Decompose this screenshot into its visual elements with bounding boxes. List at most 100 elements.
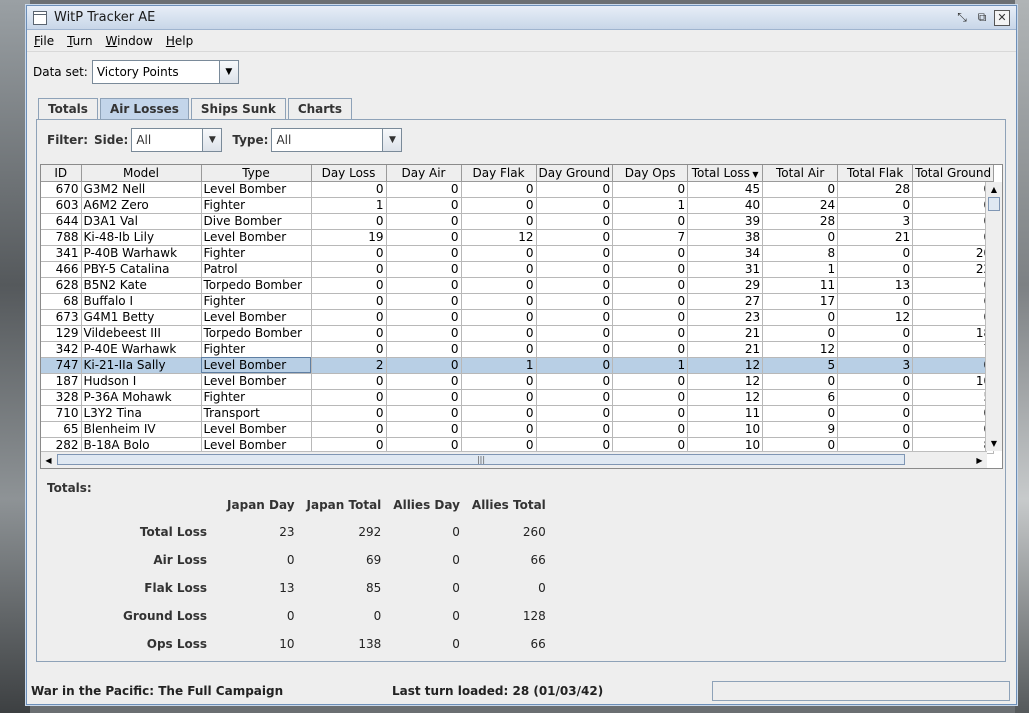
table-row[interactable]: 747Ki-21-IIa SallyLevel Bomber2010112530 (41, 357, 995, 374)
tab-totals[interactable]: Totals (38, 98, 98, 119)
horizontal-scrollbar[interactable]: ◀ ||| ▶ (41, 451, 987, 468)
table-cell[interactable]: Level Bomber (201, 309, 312, 326)
table-cell[interactable]: Torpedo Bomber (201, 277, 312, 294)
table-cell[interactable]: 0 (912, 405, 995, 422)
table-cell[interactable]: 0 (912, 181, 995, 198)
table-cell[interactable]: 0 (386, 373, 462, 390)
table-cell[interactable]: 0 (536, 245, 614, 262)
table-cell[interactable]: Transport (201, 405, 312, 422)
table-row[interactable]: 342P-40E WarhawkFighter00000211207 (41, 341, 995, 358)
table-cell[interactable]: 0 (536, 421, 614, 438)
table-row[interactable]: 710L3Y2 TinaTransport0000011000 (41, 405, 995, 422)
table-cell[interactable]: 0 (311, 421, 387, 438)
table-cell[interactable]: Level Bomber (201, 181, 312, 198)
table-cell[interactable]: 10 (912, 373, 995, 390)
table-cell[interactable]: 2 (311, 357, 387, 374)
table-cell[interactable]: Torpedo Bomber (201, 325, 312, 342)
table-cell[interactable]: 6 (762, 389, 839, 406)
table-cell[interactable]: Level Bomber (201, 421, 312, 438)
vertical-scrollbar[interactable]: ▲ ▼ (985, 182, 1002, 451)
table-cell[interactable]: 12 (461, 229, 537, 246)
table-cell[interactable]: 24 (762, 197, 839, 214)
table-cell[interactable]: 0 (461, 325, 537, 342)
table-cell[interactable]: 0 (612, 245, 689, 262)
table-cell[interactable]: P-36A Mohawk (81, 389, 202, 406)
column-header[interactable]: Day Air (386, 165, 462, 182)
table-cell[interactable]: 0 (461, 405, 537, 422)
table-cell[interactable]: 8 (762, 245, 839, 262)
table-cell[interactable]: 0 (386, 277, 462, 294)
table-cell[interactable]: 0 (311, 277, 387, 294)
table-cell[interactable]: 187 (41, 373, 82, 390)
table-row[interactable]: 788 Ki-48-Ib Lily Level Bomber 19 0 12 0 7 38 0 21… (41, 229, 995, 246)
table-cell[interactable]: 129 (41, 325, 82, 342)
table-cell[interactable]: 0 (612, 325, 689, 342)
table-cell[interactable]: 20 (912, 245, 995, 262)
table-cell[interactable]: 342 (41, 341, 82, 358)
table-cell[interactable]: 0 (612, 341, 689, 358)
table-cell[interactable]: 12 (762, 341, 839, 358)
scroll-left-icon[interactable]: ◀ (41, 452, 56, 468)
table-cell[interactable]: 0 (912, 357, 995, 374)
tab-air-losses[interactable]: Air Losses (99, 98, 189, 119)
table-row[interactable]: 68Buffalo IFighter00000271706 (41, 293, 995, 310)
table-cell[interactable]: 29 (687, 277, 764, 294)
table-cell[interactable]: Level Bomber (201, 357, 312, 374)
table-cell[interactable]: 0 (762, 325, 839, 342)
table-cell[interactable]: Ki-21-IIa Sally (81, 357, 202, 374)
table-cell[interactable]: 0 (837, 341, 914, 358)
table-cell[interactable]: 0 (837, 405, 914, 422)
table-cell[interactable]: 0 (386, 309, 462, 326)
table-row[interactable]: 129 Vildebeest III Torpedo Bomber 0 0 0 0 0 21 0 0… (41, 325, 995, 342)
table-cell[interactable]: 0 (837, 197, 914, 214)
table-cell[interactable]: Fighter (201, 389, 312, 406)
table-cell[interactable]: 0 (612, 421, 689, 438)
table-cell[interactable]: 0 (461, 341, 537, 358)
table-cell[interactable]: 0 (612, 213, 689, 230)
table-row[interactable]: 466 PBY-5 Catalina Patrol 0 0 0 0 0 31 1 0 22 (41, 261, 995, 278)
table-cell[interactable]: 0 (311, 325, 387, 342)
table-row[interactable]: 341 P-40B Warhawk Fighter 0 0 0 0 0 34 8 0 20 (41, 245, 995, 262)
table-cell[interactable]: Dive Bomber (201, 213, 312, 230)
table-cell[interactable]: 27 (687, 293, 764, 310)
table-cell[interactable]: 0 (912, 229, 995, 246)
table-cell[interactable]: 0 (762, 309, 839, 326)
table-cell[interactable]: 0 (536, 341, 614, 358)
table-cell[interactable]: 13 (837, 277, 914, 294)
table-cell[interactable]: 0 (612, 373, 689, 390)
table-row[interactable]: 603A6M2 ZeroFighter10001402400 (41, 197, 995, 214)
table-cell[interactable]: 0 (536, 213, 614, 230)
table-cell[interactable]: 0 (386, 293, 462, 310)
table-cell[interactable]: B5N2 Kate (81, 277, 202, 294)
table-cell[interactable]: 0 (912, 277, 995, 294)
table-cell[interactable]: 0 (536, 261, 614, 278)
table-row[interactable]: 673G4M1 BettyLevel Bomber00000230120 (41, 309, 995, 326)
table-cell[interactable]: Fighter (201, 245, 312, 262)
side-filter-combo[interactable]: All ▼ (131, 128, 223, 152)
table-cell[interactable]: 0 (386, 229, 462, 246)
table-cell[interactable]: 0 (837, 245, 914, 262)
table-cell[interactable]: 28 (837, 181, 914, 198)
table-cell[interactable]: 3 (837, 357, 914, 374)
table-cell[interactable]: 644 (41, 213, 82, 230)
column-header[interactable]: Type (201, 165, 312, 182)
table-cell[interactable]: 0 (612, 389, 689, 406)
menu-item[interactable]: Help (166, 34, 193, 48)
dataset-combo[interactable]: Victory Points ▼ (91, 60, 239, 84)
table-cell[interactable]: 6 (912, 293, 995, 310)
table-cell[interactable]: 45 (687, 181, 764, 198)
chevron-down-icon[interactable]: ▼ (202, 129, 222, 151)
table-cell[interactable]: 21 (687, 341, 764, 358)
table-cell[interactable]: Patrol (201, 261, 312, 278)
table-cell[interactable]: 0 (536, 373, 614, 390)
table-cell[interactable]: 0 (311, 405, 387, 422)
table-cell[interactable]: 0 (837, 325, 914, 342)
table-cell[interactable]: 0 (311, 389, 387, 406)
column-header[interactable]: Day Ops (612, 165, 689, 182)
table-cell[interactable]: 0 (386, 389, 462, 406)
menu-item[interactable]: File (34, 34, 54, 48)
table-cell[interactable]: 0 (612, 293, 689, 310)
table-cell[interactable]: 0 (461, 421, 537, 438)
table-cell[interactable]: 0 (762, 373, 839, 390)
table-cell[interactable]: 0 (386, 181, 462, 198)
